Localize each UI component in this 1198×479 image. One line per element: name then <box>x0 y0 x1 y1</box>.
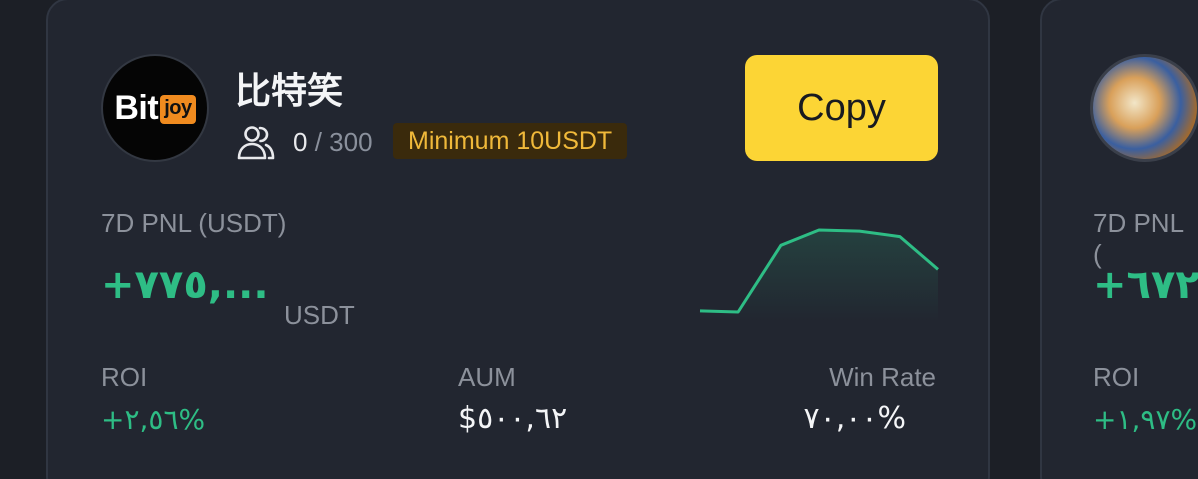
pnl-value: +٧٧٥,... <box>101 262 269 308</box>
minimum-badge: Minimum 10USDT <box>393 123 628 159</box>
followers-current: 0 <box>293 127 308 157</box>
roi-label: ROI <box>101 362 148 392</box>
roi-label-2: ROI <box>1093 362 1140 392</box>
roi-value: +٢,٥٦% <box>101 403 206 436</box>
pnl-label: 7D PNL (USDT) <box>101 208 287 238</box>
win-rate-label: Win Rate <box>829 362 936 392</box>
aum-label: AUM <box>458 362 516 392</box>
pnl-value-2: +٦٧٢, <box>1093 262 1198 308</box>
followers-separator: / <box>314 127 322 157</box>
pnl-sparkline <box>699 228 939 322</box>
followers-count: 0 / 300 <box>293 127 373 158</box>
trader-avatar-2[interactable] <box>1090 54 1198 162</box>
roi-value-2: +١,٩٧% <box>1093 403 1198 436</box>
win-rate-value: ٧٠,٠٠% <box>803 401 906 436</box>
followers-max: 300 <box>329 127 373 157</box>
sparkline-area <box>700 230 938 322</box>
aum-value: $٥٠٠,٦٢ <box>458 401 568 436</box>
users-icon <box>237 126 275 160</box>
trader-avatar[interactable]: Bit joy <box>101 54 209 162</box>
avatar-logo: Bit joy <box>114 89 196 128</box>
copy-button[interactable]: Copy <box>745 55 938 161</box>
trader-name[interactable]: 比特笑 <box>235 62 343 114</box>
pnl-unit: USDT <box>284 300 355 330</box>
pnl-label-2: 7D PNL ( <box>1093 208 1184 269</box>
copy-trading-list: Bit joy 比特笑 0 / 300 Minimum 10USDT Copy 7… <box>0 0 1198 479</box>
